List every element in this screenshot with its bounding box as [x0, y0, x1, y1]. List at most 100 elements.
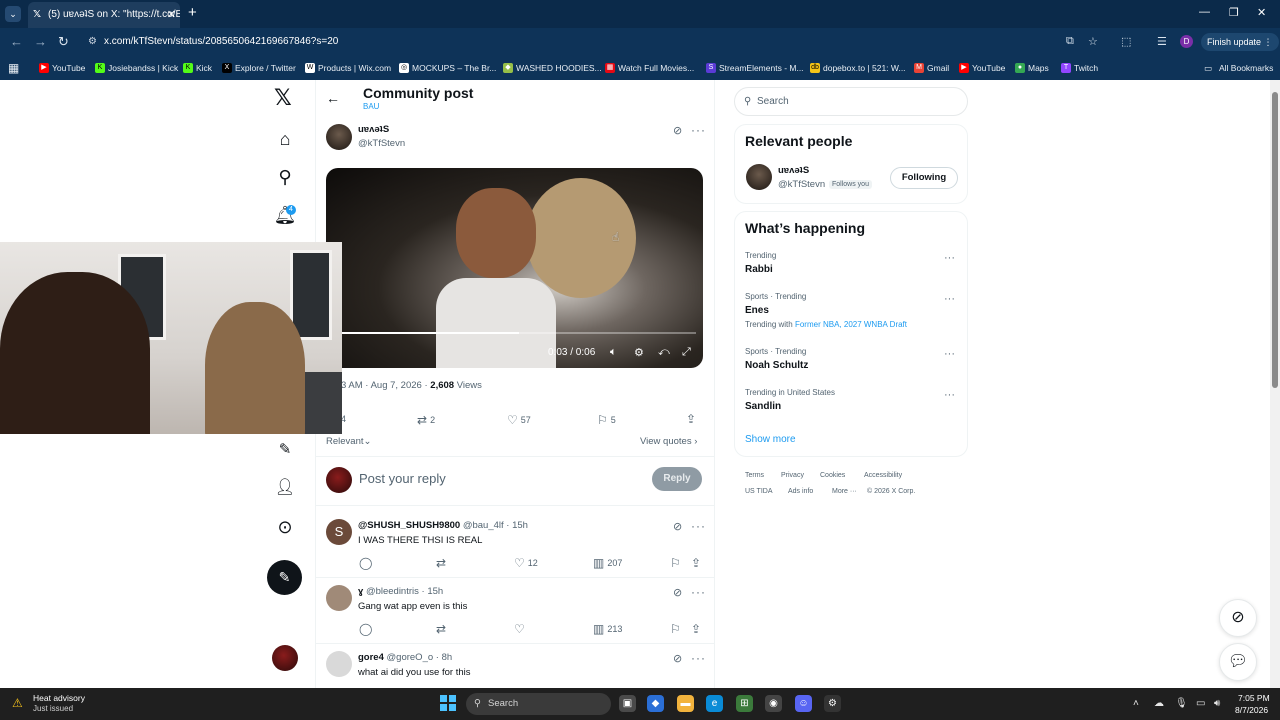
- show-more-link[interactable]: Show more: [745, 434, 796, 445]
- trend-name[interactable]: Enes: [745, 305, 769, 316]
- reply-more-icon[interactable]: ···: [691, 519, 706, 533]
- copilot-icon[interactable]: ◆: [647, 695, 664, 712]
- trend-more-icon[interactable]: ···: [944, 252, 955, 264]
- reading-list-icon[interactable]: ☰: [1157, 35, 1167, 48]
- share-action[interactable]: ⇪: [691, 556, 704, 570]
- forward-nav-icon[interactable]: →: [34, 34, 47, 49]
- relevant-person-handle[interactable]: @kTfStevn: [778, 179, 825, 190]
- apps-grid-icon[interactable]: ▦: [8, 61, 19, 75]
- repost-action[interactable]: ⇄: [436, 556, 449, 570]
- reply-author-name[interactable]: @SHUSH_SHUSH9800: [358, 520, 460, 531]
- bookmark-item[interactable]: ▶ YouTube: [39, 56, 85, 80]
- footer-link[interactable]: US TIDA: [745, 488, 773, 495]
- account-avatar[interactable]: [272, 645, 298, 671]
- reply-author-name[interactable]: gore4: [358, 652, 384, 663]
- reply-author-handle[interactable]: @bleedintris: [366, 586, 419, 597]
- more-circle-icon[interactable]: ⊙: [270, 512, 300, 542]
- profile-icon[interactable]: 👤︎: [270, 473, 300, 503]
- bookmark-action[interactable]: ⚐: [670, 556, 684, 570]
- reply-avatar[interactable]: [326, 651, 352, 677]
- clock-date[interactable]: 8/7/2026: [1235, 705, 1268, 715]
- post-date[interactable]: Aug 7, 2026: [371, 380, 422, 391]
- task-view-icon[interactable]: ▣: [619, 695, 636, 712]
- view-quotes-link[interactable]: View quotes ›: [640, 436, 697, 447]
- premium-icon[interactable]: ✎: [270, 435, 300, 465]
- community-name-link[interactable]: BAU: [363, 102, 379, 111]
- app-icon[interactable]: ⚙: [824, 695, 841, 712]
- bookmark-star-icon[interactable]: ☆: [1088, 35, 1098, 48]
- reply-author-name[interactable]: ɣ: [358, 586, 363, 597]
- trend-more-icon[interactable]: ···: [944, 293, 955, 305]
- bookmark-item[interactable]: ● Maps: [1015, 56, 1049, 80]
- site-info-icon[interactable]: ⚙: [88, 31, 97, 53]
- volume-icon[interactable]: 🔈︎: [610, 346, 617, 359]
- video-progress-track[interactable]: [342, 332, 696, 334]
- x-logo-icon[interactable]: 𝕏: [274, 87, 296, 109]
- install-app-icon[interactable]: ⧉: [1066, 35, 1074, 48]
- reply-time[interactable]: 15h: [427, 586, 443, 597]
- bookmark-item[interactable]: ▦ Watch Full Movies...: [605, 56, 694, 80]
- footer-link[interactable]: More ···: [832, 488, 857, 495]
- trend-more-icon[interactable]: ···: [944, 348, 955, 360]
- reply-time[interactable]: 8h: [442, 652, 453, 663]
- grok-icon[interactable]: ⊘: [673, 652, 682, 665]
- close-window-icon[interactable]: ✕: [1257, 6, 1266, 19]
- video-settings-gear-icon[interactable]: ⚙: [634, 346, 644, 359]
- bookmark-item[interactable]: ◎ MOCKUPS – The Br...: [399, 56, 496, 80]
- tab-search-button[interactable]: ⌄: [5, 6, 21, 22]
- post-video-player[interactable]: 0:03 / 0:06 🔈︎ ⚙ ⤺ ⤢: [326, 168, 703, 368]
- footer-link[interactable]: © 2026 X Corp.: [867, 488, 915, 495]
- trend-more-icon[interactable]: ···: [944, 389, 955, 401]
- heart-action[interactable]: ♡ 12: [514, 556, 538, 570]
- weather-alert-title[interactable]: Heat advisory: [33, 693, 85, 703]
- bookmark-item[interactable]: K Josiebandss | Kick: [95, 56, 178, 80]
- reply-time[interactable]: 15h: [512, 520, 528, 531]
- reply-author-handle[interactable]: @goreO_o: [387, 652, 434, 663]
- repost-button[interactable]: ⇄ 2: [417, 413, 435, 427]
- trend-name[interactable]: Rabbi: [745, 264, 773, 275]
- views-action[interactable]: ▥ 207: [593, 556, 622, 570]
- reply-input[interactable]: Post your reply: [359, 471, 446, 486]
- post-author-avatar[interactable]: [326, 124, 352, 150]
- heart-action[interactable]: ♡: [514, 622, 528, 636]
- clock-time[interactable]: 7:05 PM: [1238, 693, 1270, 703]
- back-nav-icon[interactable]: ←: [10, 34, 23, 49]
- relevant-person-name[interactable]: uɐʌǝʇS: [778, 165, 809, 176]
- new-tab-button[interactable]: +: [188, 4, 197, 21]
- reply-action[interactable]: ◯: [359, 556, 375, 570]
- tray-overflow-icon[interactable]: ˄: [1133, 698, 1139, 709]
- sort-replies-dropdown[interactable]: Relevant⌄: [326, 436, 371, 447]
- reply-avatar[interactable]: S: [326, 519, 352, 545]
- chrome-icon[interactable]: ◉: [765, 695, 782, 712]
- grok-float-icon[interactable]: ⊘: [1219, 599, 1257, 637]
- bookmark-item[interactable]: ◆ WASHED HOODIES...: [503, 56, 602, 80]
- footer-link[interactable]: Accessibility: [864, 472, 902, 479]
- bookmark-item[interactable]: S StreamElements - M...: [706, 56, 804, 80]
- footer-link[interactable]: Cookies: [820, 472, 845, 479]
- trend-name[interactable]: Noah Schultz: [745, 360, 808, 371]
- post-author-handle[interactable]: @kTfStevn: [358, 138, 405, 149]
- trend-related-links[interactable]: Former NBA, 2027 WNBA Draft: [795, 320, 907, 329]
- notifications-bell-icon[interactable]: 🔔︎: [270, 200, 300, 230]
- finish-update-button[interactable]: Finish update ⋮: [1201, 33, 1279, 51]
- back-arrow-icon[interactable]: ←: [326, 90, 340, 106]
- compose-post-button[interactable]: ✎: [267, 560, 302, 595]
- popout-icon[interactable]: ⤺: [658, 346, 670, 359]
- bookmark-item[interactable]: K Kick: [183, 56, 212, 80]
- bookmark-item[interactable]: db dopebox.to | 521: W...: [810, 56, 906, 80]
- network-icon[interactable]: ▭: [1196, 698, 1205, 709]
- bookmark-item[interactable]: X Explore / Twitter: [222, 56, 296, 80]
- fullscreen-icon[interactable]: ⤢: [682, 346, 691, 359]
- share-action[interactable]: ⇪: [691, 622, 704, 636]
- grok-icon[interactable]: ⊘: [673, 520, 682, 533]
- reply-more-icon[interactable]: ···: [691, 651, 706, 665]
- search-input[interactable]: ⚲ Search: [734, 87, 968, 116]
- store-icon[interactable]: ⊞: [736, 695, 753, 712]
- explore-search-icon[interactable]: ⚲: [270, 162, 300, 192]
- reply-avatar[interactable]: [326, 585, 352, 611]
- like-button[interactable]: ♡ 57: [507, 413, 531, 427]
- speaker-icon[interactable]: 🔊︎: [1214, 698, 1220, 709]
- minimize-icon[interactable]: —: [1199, 6, 1210, 18]
- reply-more-icon[interactable]: ···: [691, 585, 706, 599]
- bookmark-button[interactable]: ⚐ 5: [597, 413, 616, 427]
